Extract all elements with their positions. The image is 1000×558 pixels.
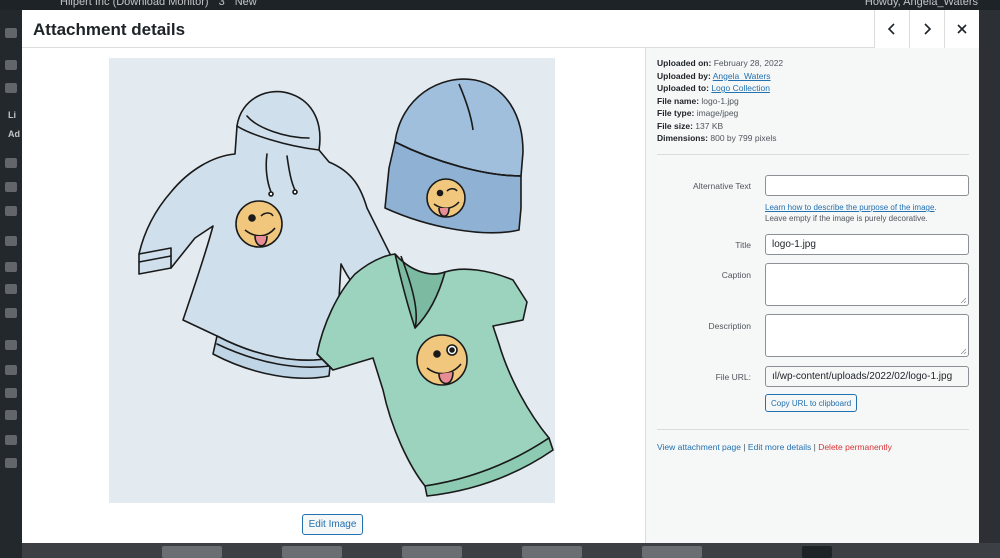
copy-url-button[interactable]: Copy URL to clipboard <box>765 394 858 412</box>
appearance-icon[interactable] <box>5 340 17 350</box>
admin-menu: Li Ad <box>0 10 22 558</box>
dashboard-icon[interactable] <box>5 28 17 38</box>
file-url-input[interactable]: ıl/wp-content/uploads/2022/02/logo-1.jpg <box>765 366 969 387</box>
tools-icon[interactable] <box>5 410 17 420</box>
attachment-details-sidebar: Uploaded on: February 28, 2022 Uploaded … <box>645 48 979 543</box>
admin-bar-site-name[interactable]: Hilpert Inc (Download Monitor) <box>60 0 209 8</box>
modal-title: Attachment details <box>33 20 186 39</box>
uploaded-on-row: Uploaded on: February 28, 2022 <box>657 57 967 70</box>
plugins-icon[interactable] <box>5 365 17 375</box>
uploaded-to-row: Uploaded to: Logo Collection <box>657 82 967 95</box>
media-preview-area: Edit Image <box>22 48 645 543</box>
chevron-left-icon <box>887 23 895 35</box>
attachment-details-modal: Attachment details Edit Image Uploaded o… <box>22 10 979 543</box>
background-thumbnail <box>282 546 342 558</box>
backdrop-right <box>979 10 1000 558</box>
alt-text-input[interactable] <box>765 175 969 196</box>
alt-text-label: Alternative Text <box>693 181 751 191</box>
analytics-icon[interactable] <box>5 284 17 294</box>
chevron-right-icon <box>924 23 932 35</box>
admin-bar-comments-count[interactable]: 3 <box>219 0 225 8</box>
uploaded-by-row: Uploaded by: Angela_Waters <box>657 70 967 83</box>
close-button[interactable] <box>944 10 979 48</box>
previous-button[interactable] <box>874 10 909 48</box>
title-label: Title <box>735 240 751 250</box>
background-thumbnail <box>402 546 462 558</box>
description-label: Description <box>708 321 751 331</box>
modal-header: Attachment details <box>22 10 979 48</box>
uploaded-on-value: February 28, 2022 <box>713 58 784 68</box>
file-name-value: logo-1.jpg <box>701 95 739 106</box>
attachment-metadata: Uploaded on: February 28, 2022 Uploaded … <box>657 57 967 145</box>
comments-icon[interactable] <box>5 182 17 192</box>
dimensions-row: Dimensions: 800 by 799 pixels <box>657 132 967 145</box>
edit-image-button[interactable]: Edit Image <box>302 514 363 535</box>
uploaded-to-label: Uploaded to: <box>657 83 709 93</box>
pages-icon[interactable] <box>5 158 17 168</box>
uploaded-on-label: Uploaded on: <box>657 58 712 68</box>
delete-permanently-link[interactable]: Delete permanently <box>818 442 892 452</box>
media-icon[interactable] <box>5 83 17 93</box>
users-icon[interactable] <box>5 388 17 398</box>
file-type-row: File type: image/jpeg <box>657 107 967 120</box>
uploaded-by-label: Uploaded by: <box>657 70 711 81</box>
alt-text-help-period: . <box>934 203 937 212</box>
uploaded-by-link[interactable]: Angela_Waters <box>713 71 771 81</box>
admin-menu-label-library[interactable]: Li <box>8 110 16 120</box>
actions-divider <box>657 429 969 430</box>
alt-text-help-link[interactable]: Learn how to describe the purpose of the… <box>765 203 934 212</box>
pin-icon[interactable] <box>5 60 17 70</box>
file-name-row: File name: logo-1.jpg <box>657 95 967 108</box>
attachment-image <box>109 58 555 503</box>
caption-label: Caption <box>721 270 751 280</box>
dimensions-value: 800 by 799 pixels <box>710 133 777 143</box>
admin-menu-label-add[interactable]: Ad <box>8 129 20 139</box>
file-type-value: image/jpeg <box>696 108 739 118</box>
close-icon <box>957 24 967 34</box>
admin-bar-howdy[interactable]: Howdy, Angela_Waters <box>865 0 978 8</box>
shield-icon[interactable] <box>5 206 17 216</box>
dimensions-label: Dimensions: <box>657 133 709 143</box>
products-icon[interactable] <box>5 262 17 272</box>
view-attachment-link[interactable]: View attachment page <box>657 442 741 452</box>
description-textarea[interactable] <box>765 314 969 357</box>
settings-icon[interactable] <box>5 435 17 445</box>
admin-bar: Hilpert Inc (Download Monitor) 3 New How… <box>0 0 1000 10</box>
attachment-actions: View attachment page | Edit more details… <box>657 442 892 452</box>
resize-grip-icon[interactable] <box>960 297 967 304</box>
background-thumbnail <box>642 546 702 558</box>
title-input[interactable]: logo-1.jpg <box>765 234 969 255</box>
admin-bar-new[interactable]: New <box>235 0 257 8</box>
clothing-illustration <box>138 78 554 497</box>
woocommerce-icon[interactable] <box>5 236 17 246</box>
alt-text-help: Learn how to describe the purpose of the… <box>765 202 937 224</box>
file-size-row: File size: 137 KB <box>657 120 967 133</box>
collapse-icon[interactable] <box>5 458 17 468</box>
background-thumbnail <box>522 546 582 558</box>
tshirt-smiley <box>416 334 468 386</box>
next-button[interactable] <box>909 10 944 48</box>
file-size-label: File size: <box>657 120 693 131</box>
caption-textarea[interactable] <box>765 263 969 306</box>
background-thumbnail <box>162 546 222 558</box>
alt-text-help-text: Leave empty if the image is purely decor… <box>765 214 928 223</box>
marketing-icon[interactable] <box>5 308 17 318</box>
file-name-label: File name: <box>657 95 700 106</box>
metadata-divider <box>657 154 969 155</box>
uploaded-to-link[interactable]: Logo Collection <box>711 83 770 93</box>
edit-more-details-link[interactable]: Edit more details <box>748 442 811 452</box>
file-url-label: File URL: <box>715 372 751 382</box>
beanie-smiley <box>426 178 466 218</box>
background-thumbnail <box>802 546 832 558</box>
backdrop-bottom <box>22 543 1000 558</box>
file-type-label: File type: <box>657 108 695 118</box>
resize-grip-icon[interactable] <box>960 348 967 355</box>
hoodie-smiley <box>235 200 283 248</box>
file-size-value: 137 KB <box>695 120 724 131</box>
